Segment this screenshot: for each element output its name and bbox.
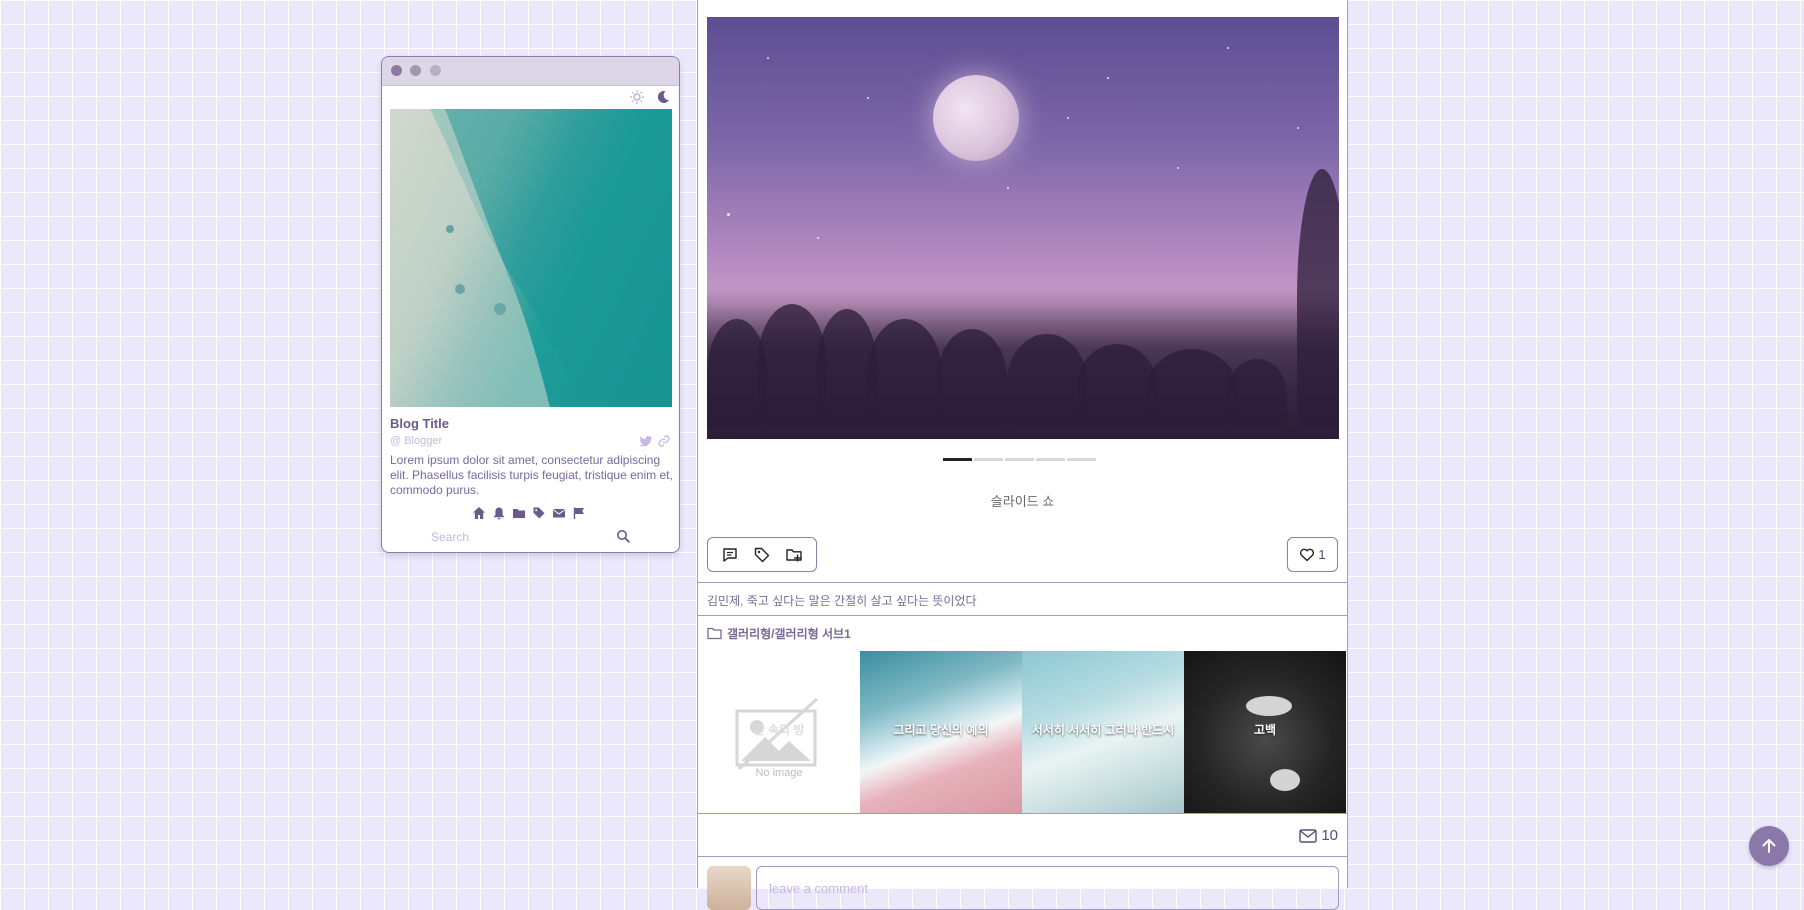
slideshow-caption: 슬라이드 쇼: [990, 494, 1055, 509]
slide-indicator-3[interactable]: [1005, 458, 1034, 461]
twitter-icon[interactable]: [639, 434, 653, 448]
envelope-icon: [1299, 828, 1318, 843]
link-icon[interactable]: [657, 434, 671, 448]
divider: [698, 615, 1347, 616]
moon-image: [933, 75, 1019, 161]
like-count: 1: [1318, 547, 1326, 562]
profile-image: [390, 109, 672, 407]
tag-icon[interactable]: [753, 546, 771, 564]
category-link[interactable]: 갤러리형/갤러리형 서브1: [707, 625, 851, 642]
search-input[interactable]: Search: [431, 530, 469, 544]
related-title: 서서히 서서히 그러나 반드시: [1031, 723, 1175, 737]
envelope-icon[interactable]: [552, 506, 566, 520]
theme-toggle: [629, 89, 671, 105]
bell-icon[interactable]: [492, 506, 506, 520]
window-close-button[interactable]: [391, 65, 402, 76]
blog-author: @ Blogger: [390, 435, 443, 447]
profile-nav: [472, 506, 586, 520]
comment-input[interactable]: leave a comment: [756, 866, 1339, 910]
window-minimize-button[interactable]: [410, 65, 421, 76]
arrow-up-icon: [1760, 837, 1778, 855]
mail-count: 10: [1321, 827, 1338, 844]
blog-title[interactable]: Blog Title: [390, 416, 449, 431]
slide-indicator-1[interactable]: [943, 458, 972, 461]
window-maximize-button[interactable]: [430, 65, 441, 76]
folder-icon[interactable]: [512, 506, 526, 520]
tag-icon[interactable]: [532, 506, 546, 520]
slide-indicator-4[interactable]: [1036, 458, 1065, 461]
related-item[interactable]: 그리고 당신의 예의: [860, 651, 1022, 813]
scroll-top-button[interactable]: [1749, 826, 1789, 866]
sun-icon[interactable]: [629, 89, 645, 105]
profile-window: Blog Title @ Blogger Lorem ipsum dolor s…: [381, 56, 680, 553]
slide-indicators: [943, 458, 1096, 461]
no-image-text: No image: [755, 767, 803, 779]
search-icon[interactable]: [616, 529, 630, 543]
slideshow-image[interactable]: [707, 17, 1339, 439]
slide-indicator-2[interactable]: [974, 458, 1003, 461]
related-item[interactable]: 고백: [1184, 651, 1346, 813]
avatar: [707, 866, 751, 910]
blog-description: Lorem ipsum dolor sit amet, consectetur …: [390, 453, 673, 497]
related-item[interactable]: 간 속의 방 No image: [698, 651, 860, 813]
folder-icon: [707, 627, 722, 640]
related-title: 고백: [1253, 723, 1277, 737]
divider: [698, 582, 1347, 583]
related-title: 그리고 당신의 예의: [893, 723, 989, 737]
related-item[interactable]: 서서히 서서히 그러나 반드시: [1022, 651, 1184, 813]
related-gallery: 간 속의 방 No image 그리고 당신의 예의 서서히 서서히 그러나 반…: [698, 651, 1347, 813]
flag-icon[interactable]: [572, 506, 586, 520]
treeline: [707, 169, 1339, 439]
divider: [698, 813, 1347, 814]
related-title: 간 속의 방: [753, 723, 805, 737]
window-titlebar: [382, 57, 679, 86]
post-toolbar: [707, 537, 817, 572]
post-column: 슬라이드 쇼 1 김민제, 죽고 싶다는 말은 간절히 살고 싶다는 뜻이었다 …: [697, 0, 1348, 910]
slide-indicator-5[interactable]: [1067, 458, 1096, 461]
comment-icon[interactable]: [721, 546, 739, 564]
divider: [698, 856, 1347, 857]
like-button[interactable]: 1: [1287, 537, 1338, 572]
home-icon[interactable]: [472, 506, 486, 520]
folder-add-icon[interactable]: [785, 546, 803, 564]
moon-icon[interactable]: [655, 89, 671, 105]
heart-icon: [1299, 547, 1315, 563]
social-links: [639, 434, 671, 448]
category-label: 갤러리형/갤러리형 서브1: [727, 627, 851, 641]
subscribe-button[interactable]: 10: [1299, 827, 1338, 844]
post-tagline: 김민제, 죽고 싶다는 말은 간절히 살고 싶다는 뜻이었다: [707, 594, 977, 608]
